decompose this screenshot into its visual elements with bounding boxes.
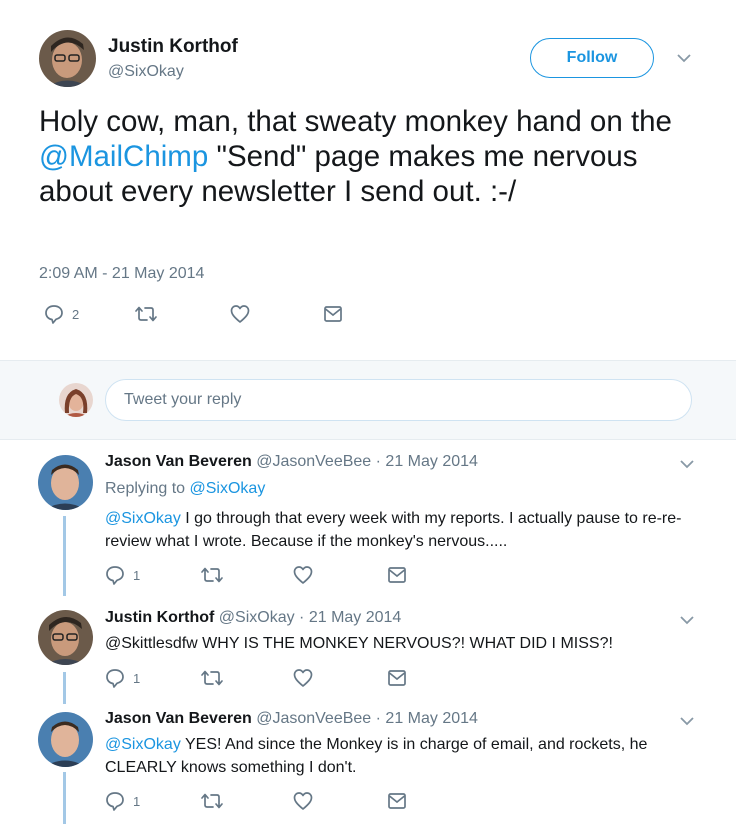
reply-date[interactable]: · 21 May 2014 bbox=[376, 453, 478, 470]
reply-actions: 1 bbox=[105, 668, 406, 688]
retweet-action[interactable] bbox=[200, 668, 224, 693]
retweet-icon bbox=[200, 565, 224, 585]
like-action[interactable] bbox=[293, 791, 313, 816]
current-user-avatar bbox=[59, 383, 93, 417]
retweet-icon bbox=[134, 304, 158, 324]
reply-header: Justin Korthof @SixOkay · 21 May 2014 bbox=[105, 609, 401, 627]
reply-icon bbox=[105, 565, 125, 585]
reply-count: 1 bbox=[133, 567, 141, 583]
mention-link[interactable]: @SixOkay bbox=[105, 736, 181, 753]
tweet-text-part: Holy cow, man, that sweaty monkey hand o… bbox=[39, 105, 672, 138]
thread-line bbox=[63, 672, 66, 704]
chevron-down-icon[interactable] bbox=[679, 458, 695, 470]
message-action[interactable] bbox=[323, 304, 343, 329]
reply-action[interactable]: 1 bbox=[105, 668, 140, 688]
avatar-jason-van-beveren[interactable] bbox=[38, 712, 93, 767]
retweet-action[interactable] bbox=[200, 565, 224, 590]
tweet-actions: 2 bbox=[44, 304, 364, 324]
reply-header: Jason Van Beveren @JasonVeeBee · 21 May … bbox=[105, 710, 478, 728]
replying-to-link[interactable]: @SixOkay bbox=[190, 480, 266, 497]
envelope-icon bbox=[387, 668, 407, 688]
chevron-down-icon[interactable] bbox=[679, 614, 695, 626]
reply-action[interactable]: 1 bbox=[105, 791, 140, 811]
reply-author-handle[interactable]: @SixOkay bbox=[219, 609, 295, 626]
reply-author-handle[interactable]: @JasonVeeBee bbox=[256, 710, 371, 727]
retweet-action[interactable] bbox=[134, 304, 158, 329]
reply-text: @SixOkay I go through that every week wi… bbox=[105, 507, 705, 553]
reply-author-name[interactable]: Jason Van Beveren bbox=[105, 453, 252, 470]
envelope-icon bbox=[387, 565, 407, 585]
reply-author-handle[interactable]: @JasonVeeBee bbox=[256, 453, 371, 470]
reply-icon bbox=[44, 304, 64, 324]
reply-date[interactable]: · 21 May 2014 bbox=[376, 710, 478, 727]
avatar-justin-korthof[interactable] bbox=[39, 30, 96, 87]
replying-to: Replying to @SixOkay bbox=[105, 480, 265, 498]
message-action[interactable] bbox=[387, 668, 407, 693]
retweet-icon bbox=[200, 791, 224, 811]
reply-text: @SixOkay YES! And since the Monkey is in… bbox=[105, 733, 705, 779]
reply-count: 1 bbox=[133, 793, 141, 809]
reply-icon bbox=[105, 791, 125, 811]
author-name[interactable]: Justin Korthof bbox=[108, 36, 238, 58]
heart-icon bbox=[293, 565, 313, 585]
replying-to-prefix: Replying to bbox=[105, 480, 190, 497]
reply-header: Jason Van Beveren @JasonVeeBee · 21 May … bbox=[105, 453, 478, 471]
heart-icon bbox=[230, 304, 250, 324]
reply-action[interactable]: 2 bbox=[44, 304, 79, 324]
like-action[interactable] bbox=[293, 668, 313, 693]
message-action[interactable] bbox=[387, 791, 407, 816]
author-handle[interactable]: @SixOkay bbox=[108, 63, 184, 81]
reply-icon bbox=[105, 668, 125, 688]
like-action[interactable] bbox=[293, 565, 313, 590]
follow-button[interactable]: Follow bbox=[530, 38, 654, 78]
reply-action[interactable]: 1 bbox=[105, 565, 140, 585]
retweet-action[interactable] bbox=[200, 791, 224, 816]
mention-link[interactable]: @MailChimp bbox=[39, 140, 208, 173]
reply-count: 2 bbox=[72, 306, 80, 322]
mention-link[interactable]: @SixOkay bbox=[105, 510, 181, 527]
tweet-timestamp[interactable]: 2:09 AM - 21 May 2014 bbox=[39, 265, 204, 283]
tweet-text: Holy cow, man, that sweaty monkey hand o… bbox=[39, 104, 709, 209]
retweet-icon bbox=[200, 668, 224, 688]
message-action[interactable] bbox=[387, 565, 407, 590]
like-action[interactable] bbox=[230, 304, 250, 329]
heart-icon bbox=[293, 668, 313, 688]
avatar-justin-korthof[interactable] bbox=[38, 610, 93, 665]
reply-text-part: I go through that every week with my rep… bbox=[105, 510, 682, 550]
reply-author-name[interactable]: Justin Korthof bbox=[105, 609, 214, 626]
reply-actions: 1 bbox=[105, 791, 406, 811]
avatar-image bbox=[39, 30, 96, 87]
envelope-icon bbox=[323, 304, 343, 324]
chevron-down-icon[interactable] bbox=[679, 715, 695, 727]
reply-actions: 1 bbox=[105, 565, 406, 585]
reply-count: 1 bbox=[133, 670, 141, 686]
avatar-jason-van-beveren[interactable] bbox=[38, 455, 93, 510]
reply-composer: Tweet your reply bbox=[0, 360, 736, 440]
envelope-icon bbox=[387, 791, 407, 811]
thread-line bbox=[63, 516, 66, 596]
reply-author-name[interactable]: Jason Van Beveren bbox=[105, 710, 252, 727]
reply-date[interactable]: · 21 May 2014 bbox=[299, 609, 401, 626]
heart-icon bbox=[293, 791, 313, 811]
reply-text: @Skittlesdfw WHY IS THE MONKEY NERVOUS?!… bbox=[105, 635, 613, 652]
reply-input[interactable]: Tweet your reply bbox=[105, 379, 692, 421]
reply-text-part: YES! And since the Monkey is in charge o… bbox=[105, 736, 648, 776]
thread-line bbox=[63, 772, 66, 824]
follow-button-label: Follow bbox=[566, 49, 618, 66]
chevron-down-icon[interactable] bbox=[676, 52, 692, 64]
reply-input-placeholder: Tweet your reply bbox=[124, 391, 242, 408]
